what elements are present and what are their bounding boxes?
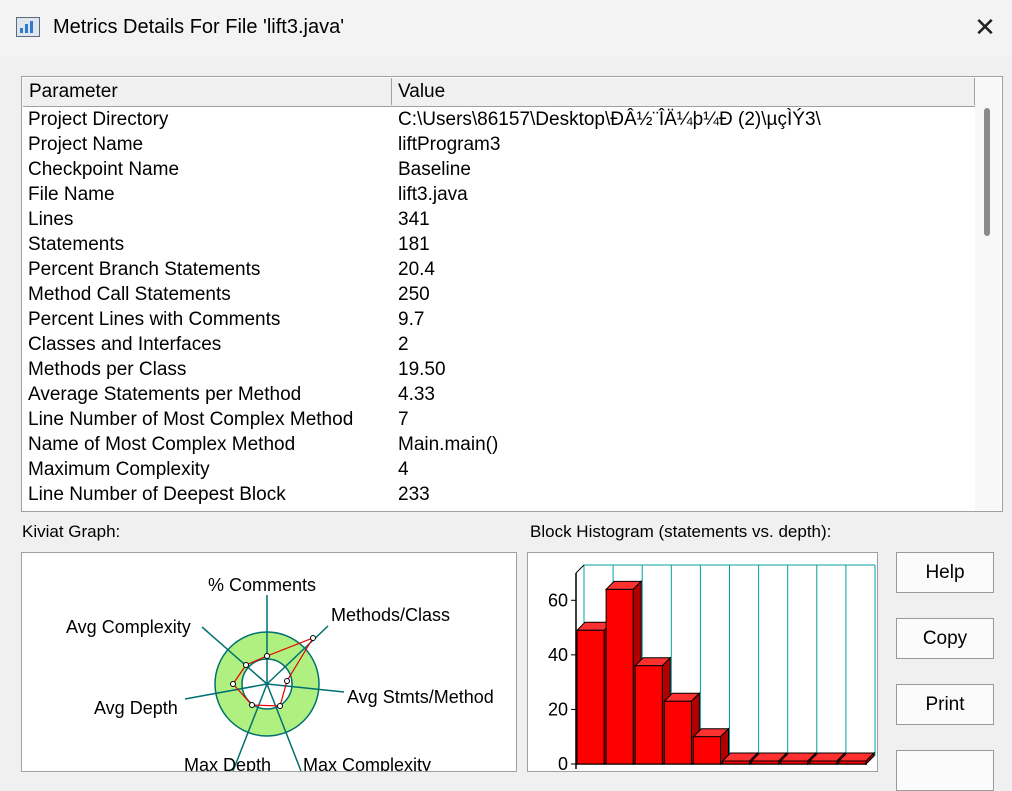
cell-value: 7 — [398, 409, 409, 430]
table-row[interactable]: Percent Lines with Comments 9.7 — [28, 307, 978, 332]
block-histogram: 0 20 40 60 — [527, 552, 878, 774]
help-button[interactable]: Help — [896, 552, 994, 593]
header-value[interactable]: Value — [392, 78, 975, 105]
axis-max-depth: Max Depth — [184, 755, 271, 771]
axis-methods-class: Methods/Class — [331, 605, 450, 625]
cell-parameter: Project Directory — [28, 109, 169, 130]
histogram-bar — [605, 588, 634, 765]
cell-value: lift3.java — [398, 184, 468, 205]
copy-button[interactable]: Copy — [896, 618, 994, 659]
cell-value: C:\Users\86157\Desktop\ÐÂ½¨ÎÄ¼þ¼Ð (2)\µç… — [398, 109, 821, 130]
cell-parameter: Methods per Class — [28, 359, 187, 380]
axis-avg-stmts: Avg Stmts/Method — [347, 687, 494, 707]
table-row[interactable]: Classes and Interfaces 2 — [28, 332, 978, 357]
histogram-bar — [809, 760, 838, 765]
table-row[interactable]: Checkpoint Name Baseline — [28, 157, 978, 182]
cell-parameter: Name of Most Complex Method — [28, 434, 296, 455]
print-button[interactable]: Print — [896, 684, 994, 725]
histogram-bar — [780, 760, 809, 765]
cell-value: 4 — [398, 459, 409, 480]
table-rows: Project Directory C:\Users\86157\Desktop\… — [28, 107, 978, 507]
table-row[interactable]: Line Number of Deepest Block 233 — [28, 482, 978, 507]
cell-parameter: Classes and Interfaces — [28, 334, 222, 355]
y-tick-label: 20 — [548, 699, 568, 719]
cell-parameter: Line Number of Deepest Block — [28, 484, 286, 505]
histogram-label: Block Histogram (statements vs. depth): — [530, 522, 832, 541]
cell-value: 250 — [398, 284, 430, 305]
cell-value: Baseline — [398, 159, 471, 180]
scrollbar-thumb[interactable] — [984, 108, 990, 236]
table-row[interactable]: File Name lift3.java — [28, 182, 978, 207]
y-tick-label: 60 — [548, 590, 568, 610]
histogram-bar — [576, 629, 605, 765]
kiviat-label: Kiviat Graph: — [22, 522, 121, 541]
cell-value: liftProgram3 — [398, 134, 501, 155]
table-row[interactable]: Line Number of Most Complex Method 7 — [28, 407, 978, 432]
cell-parameter: Line Number of Most Complex Method — [28, 409, 354, 430]
cell-parameter: Lines — [28, 209, 74, 230]
table-row[interactable]: Maximum Complexity 4 — [28, 457, 978, 482]
cell-parameter: Method Call Statements — [28, 284, 231, 305]
cell-value: 2 — [398, 334, 409, 355]
cell-parameter: Percent Lines with Comments — [28, 309, 281, 330]
cell-parameter: Checkpoint Name — [28, 159, 180, 180]
histogram-bar — [663, 700, 692, 765]
histogram-bar — [634, 665, 663, 765]
table-row[interactable]: Lines 341 — [28, 207, 978, 232]
table-row[interactable]: Method Call Statements 250 — [28, 282, 978, 307]
cell-parameter: Maximum Complexity — [28, 459, 210, 480]
axis-comments: % Comments — [208, 575, 316, 595]
table-row[interactable]: Methods per Class 19.50 — [28, 357, 978, 382]
histogram-bar — [751, 760, 780, 765]
table-row[interactable]: Statements 181 — [28, 232, 978, 257]
axis-max-complexity: Max Complexity — [303, 755, 431, 771]
axis-avg-depth: Avg Depth — [94, 698, 178, 718]
axis-depth — [575, 564, 585, 574]
cell-value: 341 — [398, 209, 430, 230]
cell-parameter: Project Name — [28, 134, 144, 155]
close-button[interactable]: ✕ — [958, 0, 1012, 56]
cell-value: 233 — [398, 484, 430, 505]
histogram-bar — [692, 736, 721, 765]
cell-parameter: Statements — [28, 234, 125, 255]
cell-parameter: Average Statements per Method — [28, 384, 302, 405]
cell-value: 19.50 — [398, 359, 446, 380]
cell-value: 9.7 — [398, 309, 425, 330]
cell-parameter: Percent Branch Statements — [28, 259, 261, 280]
kiviat-graph: % Comments Methods/Class Avg Stmts/Metho… — [21, 552, 517, 775]
table-row[interactable]: Project Directory C:\Users\86157\Desktop\… — [28, 107, 978, 132]
axis-avg-complexity: Avg Complexity — [66, 617, 191, 637]
table-row[interactable]: Name of Most Complex Method Main.main() — [28, 432, 978, 457]
cell-value: Main.main() — [398, 434, 499, 455]
cell-value: 181 — [398, 234, 430, 255]
table-row[interactable]: Project Name liftProgram3 — [28, 132, 978, 157]
table-row[interactable]: Percent Branch Statements 20.4 — [28, 257, 978, 282]
table-row[interactable]: Average Statements per Method 4.33 — [28, 382, 978, 407]
y-tick-label: 40 — [548, 645, 568, 665]
table-header: Parameter Value — [23, 78, 975, 107]
vertical-scrollbar[interactable] — [975, 78, 1001, 510]
cell-parameter: File Name — [28, 184, 115, 205]
cell-value: 20.4 — [398, 259, 435, 280]
cell-value: 4.33 — [398, 384, 435, 405]
kiviat-svg: % Comments Methods/Class Avg Stmts/Metho… — [66, 575, 494, 775]
title-bar: Metrics Details For File 'lift3.java' ✕ — [0, 0, 1012, 57]
histogram-bar — [722, 760, 751, 765]
header-parameter[interactable]: Parameter — [23, 78, 392, 105]
histogram-svg: 0 20 40 60 — [548, 564, 876, 774]
app-icon — [16, 17, 40, 37]
more-button[interactable] — [896, 750, 994, 791]
window-title: Metrics Details For File 'lift3.java' — [53, 16, 345, 38]
histogram-bar — [838, 760, 867, 765]
metrics-table[interactable]: Parameter Value Project Directory C:\User… — [21, 76, 1003, 512]
y-tick-label: 0 — [558, 754, 568, 771]
